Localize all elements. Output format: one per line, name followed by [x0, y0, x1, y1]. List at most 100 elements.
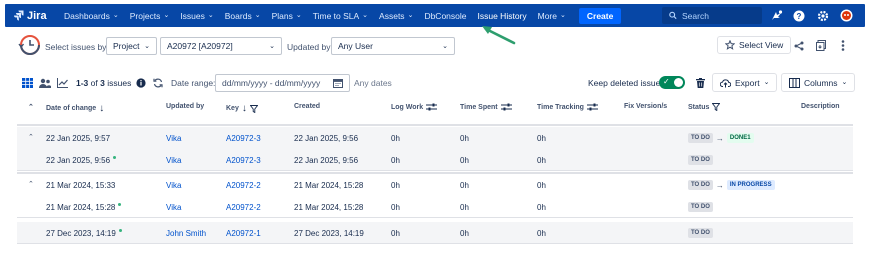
- column-header-time-spent[interactable]: Time Spent: [460, 103, 512, 111]
- nav-item-issue-history[interactable]: Issue History: [478, 11, 527, 21]
- cell-updated-by[interactable]: John Smith: [166, 229, 206, 238]
- column-header-time-tracking[interactable]: Time Tracking: [537, 103, 598, 111]
- cell-updated-by[interactable]: Vika: [166, 134, 181, 143]
- cell-text: 0h: [391, 203, 400, 212]
- sliders-icon[interactable]: [426, 103, 438, 111]
- nav-item-dbconsole[interactable]: DbConsole: [424, 11, 466, 21]
- nav-item-label: More: [537, 10, 557, 21]
- cell-text: 0h: [460, 203, 469, 212]
- table-view-icon[interactable]: [19, 74, 36, 91]
- users-icon[interactable]: [36, 74, 53, 91]
- column-header-key[interactable]: Key ↓: [226, 103, 258, 114]
- nav-item-label: Projects: [129, 10, 161, 21]
- column-header-log-work[interactable]: Log Work: [391, 103, 438, 111]
- cell-time-spent: 0h: [460, 181, 469, 190]
- status-badge: IN PROGRESS: [726, 180, 775, 190]
- cell-updated-by[interactable]: Vika: [166, 156, 181, 165]
- nav-item-issues[interactable]: Issues ⌄: [180, 11, 213, 21]
- more-actions-icon[interactable]: [834, 37, 851, 54]
- header-divider: [17, 124, 853, 126]
- column-header-updated-by[interactable]: Updated by: [166, 103, 204, 110]
- cell-text: A20972-2: [226, 181, 261, 190]
- collapse-group-icon[interactable]: ⌃: [28, 180, 34, 188]
- jira-logo[interactable]: Jira: [14, 10, 64, 22]
- cell-updated-by[interactable]: Vika: [166, 203, 181, 212]
- column-header-date[interactable]: Date of change ↓: [46, 103, 104, 114]
- cell-text: 0h: [460, 229, 469, 238]
- filter-icon[interactable]: [249, 104, 258, 113]
- chevron-down-icon: ⌄: [254, 12, 261, 19]
- calendar-icon: [333, 79, 343, 88]
- project-value: A20972 [A20972]: [167, 41, 233, 51]
- avatar[interactable]: [840, 9, 853, 22]
- search-box[interactable]: [662, 7, 762, 24]
- collapse-all-icon[interactable]: ⌃: [28, 103, 34, 111]
- columns-button[interactable]: Columns ⌄: [781, 73, 856, 92]
- info-icon[interactable]: [132, 74, 149, 91]
- nav-item-dashboards[interactable]: Dashboards ⌄: [64, 11, 119, 21]
- chevron-down-icon: ⌄: [269, 42, 275, 50]
- cell-updated-by[interactable]: Vika: [166, 181, 181, 190]
- nav-item-label: Plans: [271, 10, 293, 21]
- notifications-icon[interactable]: [770, 9, 783, 22]
- nav-item-projects[interactable]: Projects ⌄: [130, 11, 170, 21]
- project-type-select[interactable]: Project ⌄: [106, 37, 157, 55]
- cell-key[interactable]: A20972-2: [226, 181, 261, 190]
- export-view-icon[interactable]: [812, 37, 829, 54]
- column-header-created-label: Created: [294, 103, 321, 110]
- cell-text: 22 Jan 2025, 9:56: [294, 134, 359, 143]
- cell-text: 21 Mar 2024, 15:28: [46, 203, 116, 212]
- collapse-group-icon[interactable]: ⌃: [28, 133, 34, 141]
- project-type-value: Project: [113, 41, 140, 51]
- date-range-input[interactable]: dd/mm/yyyy - dd/mm/yyyy: [215, 74, 350, 92]
- help-icon[interactable]: ?: [792, 9, 805, 22]
- date-range-label: Date range:: [171, 78, 216, 88]
- cell-text: 22 Jan 2025, 9:57: [46, 134, 111, 143]
- keep-deleted-toggle[interactable]: ✓: [659, 76, 685, 89]
- select-view-button[interactable]: Select View: [717, 36, 792, 54]
- cell-text: 0h: [537, 181, 546, 190]
- updated-by-select[interactable]: Any User ⌄: [331, 37, 455, 55]
- trash-icon[interactable]: [692, 74, 709, 91]
- cell-key[interactable]: A20972-3: [226, 134, 261, 143]
- settings-icon[interactable]: [816, 9, 829, 22]
- nav-item-assets[interactable]: Assets ⌄: [379, 11, 413, 21]
- column-header-status[interactable]: Status: [688, 103, 721, 111]
- project-select[interactable]: A20972 [A20972] ⌄: [160, 37, 282, 55]
- cell-time-tracking: 0h: [537, 181, 546, 190]
- create-button[interactable]: Create: [578, 7, 622, 24]
- filter-icon[interactable]: [712, 103, 721, 111]
- nav-item-more[interactable]: More ⌄: [538, 11, 566, 21]
- search-input[interactable]: [682, 10, 762, 21]
- cell-key[interactable]: A20972-3: [226, 156, 261, 165]
- cell-text: 27 Dec 2023, 14:19: [46, 229, 116, 238]
- column-header-created[interactable]: Created: [294, 103, 320, 110]
- nav-item-time-to-sla[interactable]: Time to SLA ⌄: [313, 11, 368, 21]
- column-header-fix-version[interactable]: Fix Version/s: [624, 103, 667, 110]
- column-header-description[interactable]: Description: [801, 103, 840, 110]
- sliders-icon[interactable]: [500, 103, 512, 111]
- sliders-icon[interactable]: [586, 103, 598, 111]
- refresh-icon[interactable]: [149, 74, 166, 91]
- chart-icon[interactable]: [54, 74, 71, 91]
- count-suffix: issues: [107, 78, 132, 88]
- chevron-down-icon: ⌄: [560, 12, 566, 19]
- logo-text: Jira: [27, 9, 47, 22]
- cell-key[interactable]: A20972-2: [226, 203, 261, 212]
- cell-status: TO DO: [688, 228, 713, 238]
- cell-time-spent: 0h: [460, 134, 469, 143]
- chevron-down-icon: ⌄: [112, 12, 119, 19]
- status-badge: DONE1: [726, 133, 754, 143]
- issue-count: 1-3 of 3 issues: [76, 78, 131, 88]
- cell-created: 27 Dec 2023, 14:19: [294, 229, 364, 238]
- status-badge: TO DO: [688, 202, 713, 212]
- share-icon[interactable]: [790, 37, 807, 54]
- nav-item-plans[interactable]: Plans ⌄: [272, 11, 302, 21]
- cell-key[interactable]: A20972-1: [226, 229, 261, 238]
- export-button[interactable]: Export ⌄: [712, 73, 778, 92]
- new-change-dot-icon: [113, 156, 117, 159]
- nav-item-boards[interactable]: Boards ⌄: [225, 11, 261, 21]
- nav-item-label: Boards: [224, 10, 252, 21]
- navbar: Jira Dashboards ⌄ Projects ⌄ Issues ⌄ Boards ⌄ P…: [5, 4, 865, 27]
- column-header-key-label: Key: [226, 105, 239, 112]
